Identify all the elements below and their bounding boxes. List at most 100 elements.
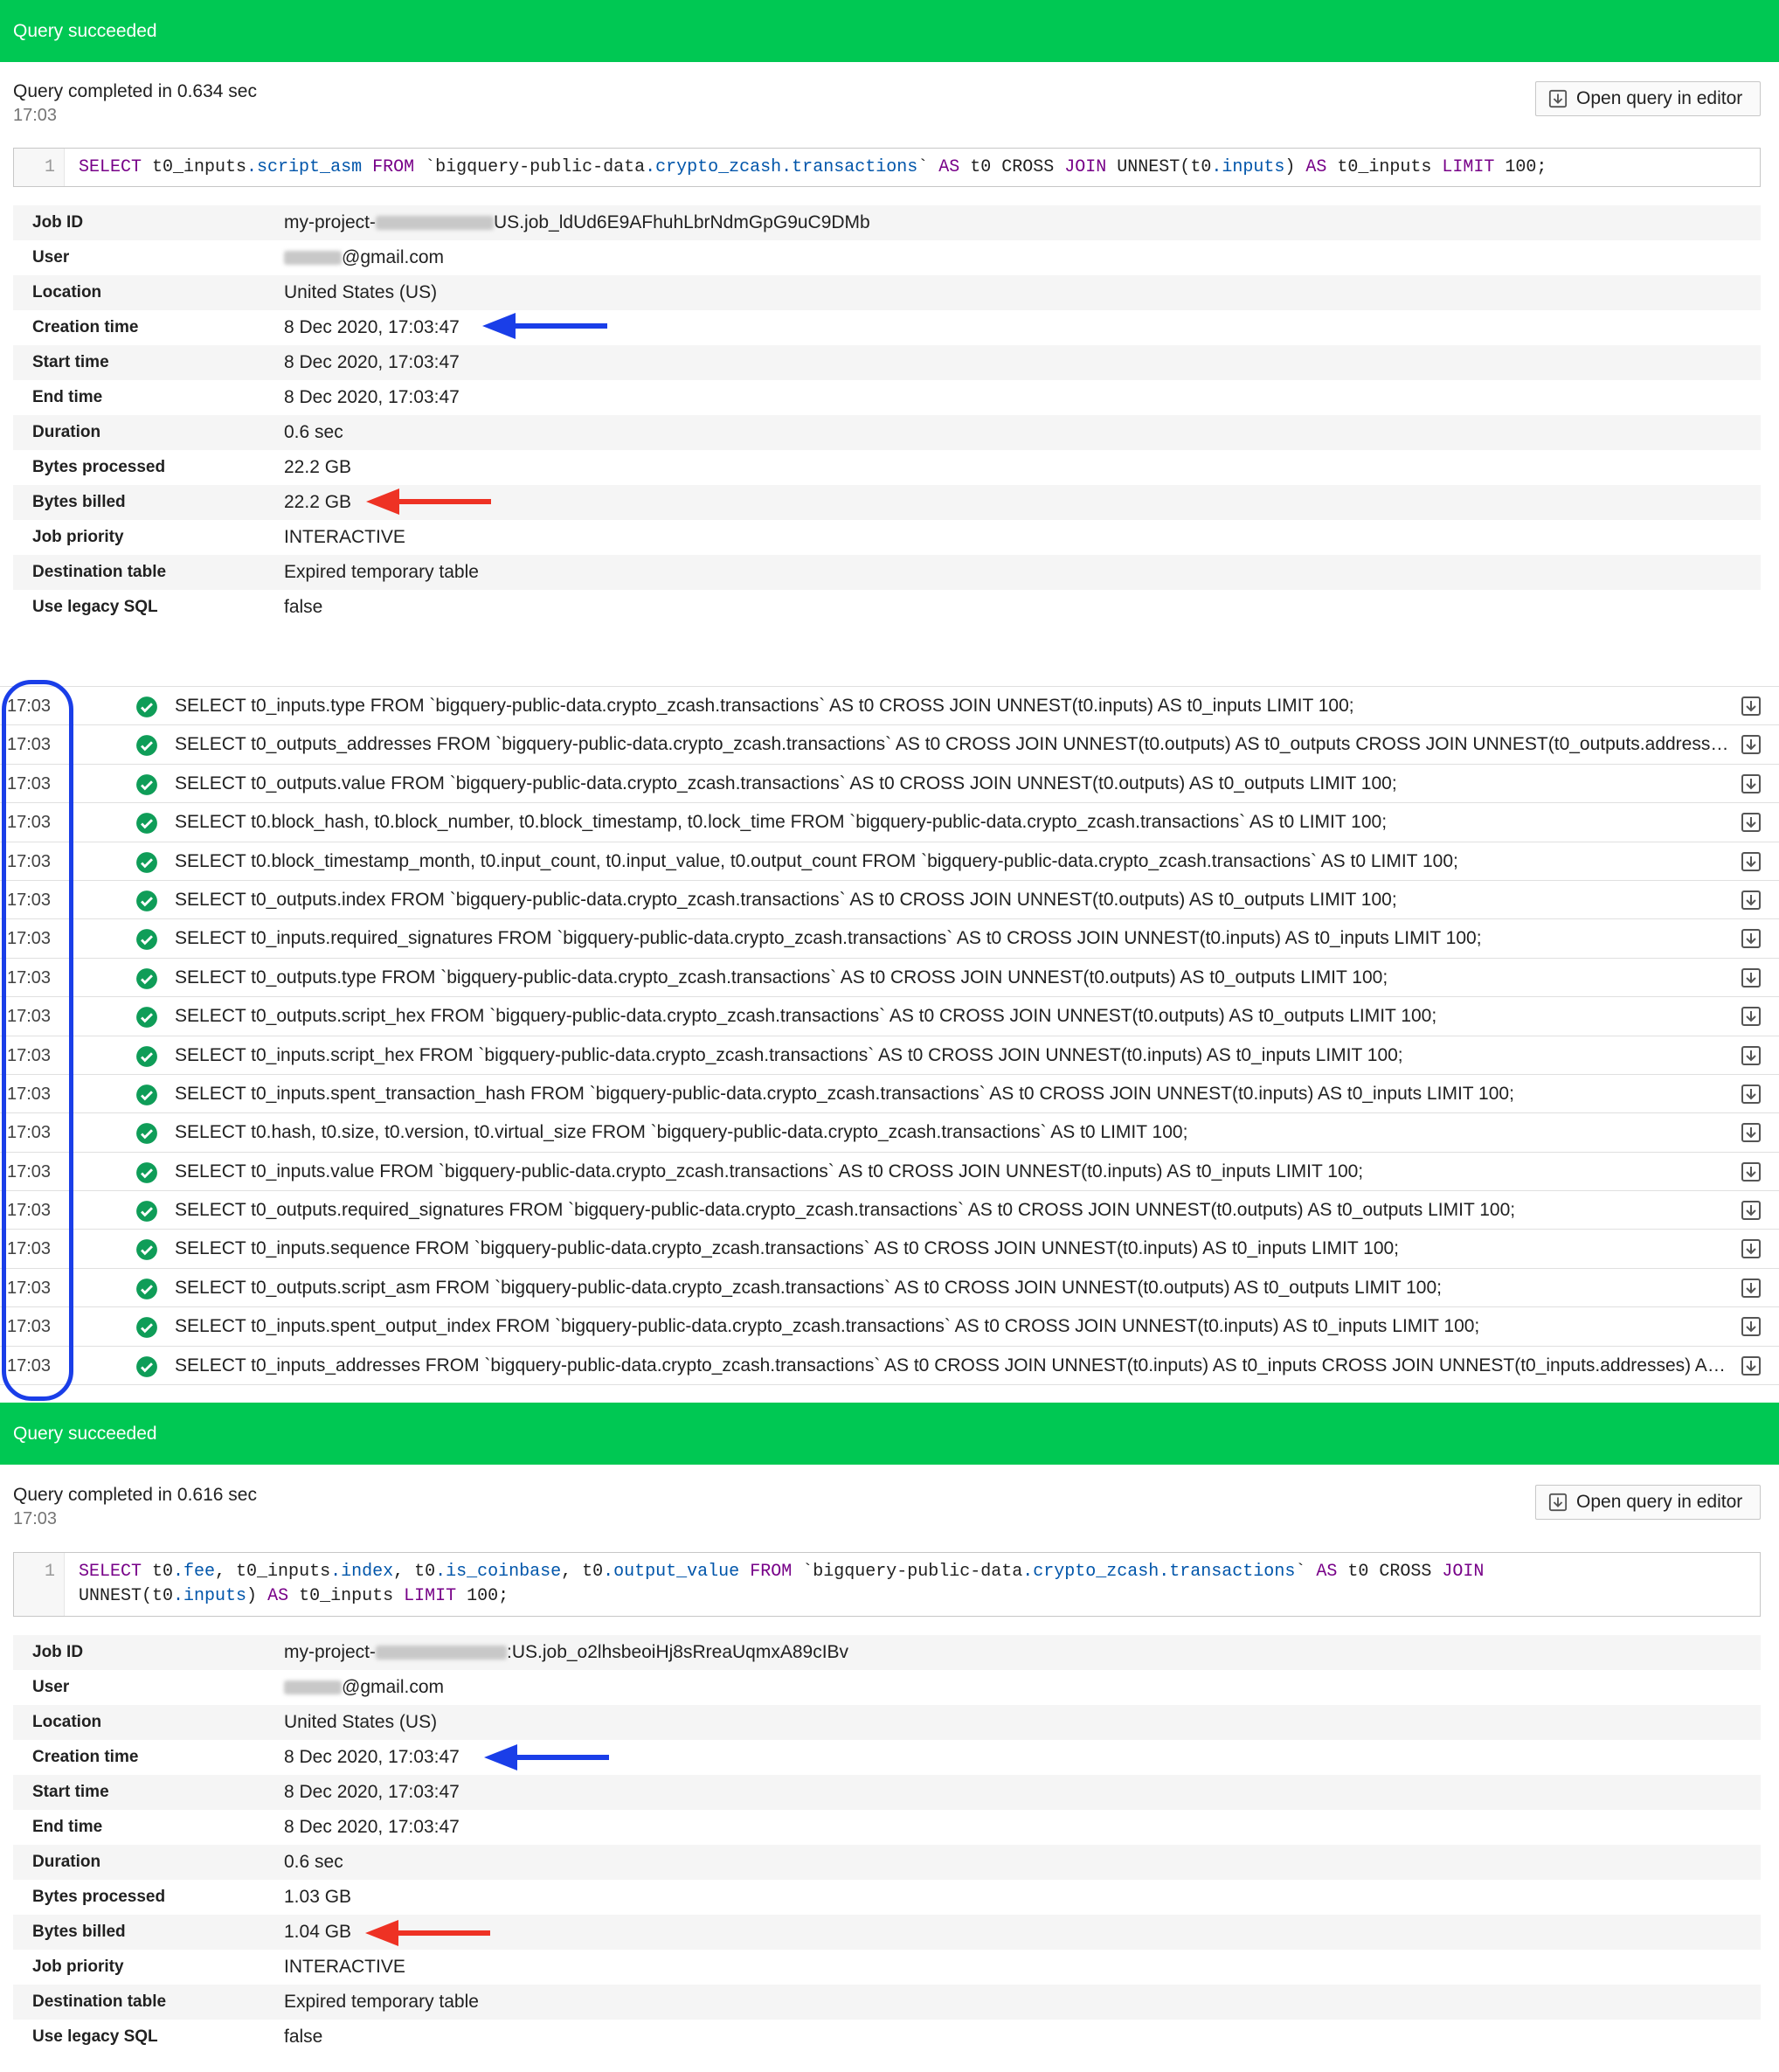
- completion-text: Query completed in 0.634 sec: [13, 81, 257, 101]
- job-info-label: Destination table: [32, 1992, 167, 2011]
- code-token: AS: [267, 1586, 289, 1606]
- job-info-value: 22.2 GB: [284, 457, 352, 477]
- success-check-icon: [136, 813, 157, 835]
- history-row[interactable]: 17:03 SELECT t0.block_timestamp_month, t0…: [0, 842, 1779, 881]
- success-check-icon: [136, 1317, 157, 1339]
- job-info-row: Destination table Expired temporary table: [13, 555, 1761, 590]
- code-token: .fee: [173, 1562, 216, 1582]
- code-token: UNNEST(t0: [1106, 157, 1212, 177]
- open-query-label: Open query in editor: [1576, 88, 1743, 108]
- code-token: t0_inputs: [142, 157, 247, 177]
- job-info-label: Start time: [32, 353, 109, 371]
- history-row[interactable]: 17:03 SELECT t0_inputs.required_signature…: [0, 919, 1779, 959]
- open-query-icon[interactable]: [1741, 1200, 1762, 1221]
- blue-circle-annotation: [2, 680, 73, 1401]
- job-info-label: Bytes processed: [32, 1888, 166, 1906]
- open-query-icon[interactable]: [1741, 1006, 1762, 1027]
- code-token: AS: [1316, 1562, 1338, 1582]
- history-row[interactable]: 17:03 SELECT t0_outputs_addresses FROM `b…: [0, 725, 1779, 765]
- history-row[interactable]: 17:03 SELECT t0_outputs.index FROM `bigqu…: [0, 881, 1779, 920]
- open-query-in-editor-button-2[interactable]: Open query in editor: [1535, 1485, 1761, 1520]
- job-info-label: Duration: [32, 1853, 101, 1871]
- open-query-icon[interactable]: [1741, 696, 1762, 717]
- open-query-icon[interactable]: [1741, 851, 1762, 872]
- open-query-icon[interactable]: [1741, 1238, 1762, 1259]
- success-check-icon: [136, 1007, 157, 1029]
- code-token: SELECT: [79, 157, 142, 177]
- history-row[interactable]: 17:03 SELECT t0_inputs.spent_output_index…: [0, 1307, 1779, 1347]
- open-query-icon[interactable]: [1741, 890, 1762, 911]
- history-row[interactable]: 17:03 SELECT t0.block_hash, t0.block_numb…: [0, 803, 1779, 842]
- query-code-editor[interactable]: 1 SELECT t0_inputs.script_asm FROM `bigq…: [13, 148, 1761, 187]
- open-query-icon[interactable]: [1741, 1316, 1762, 1337]
- code-token: t0_inputs: [1326, 157, 1443, 177]
- history-row[interactable]: 17:03 SELECT t0_outputs.value FROM `bigqu…: [0, 765, 1779, 804]
- open-query-icon[interactable]: [1741, 1084, 1762, 1105]
- code-token: .is_coinbase: [435, 1562, 562, 1582]
- open-query-icon[interactable]: [1741, 1355, 1762, 1376]
- open-query-icon[interactable]: [1741, 1161, 1762, 1182]
- history-query-text: SELECT t0_outputs_addresses FROM `bigque…: [175, 734, 1734, 755]
- open-query-icon[interactable]: [1741, 812, 1762, 833]
- completion-time-2: 17:03: [13, 1509, 58, 1528]
- download-icon: [1548, 1493, 1568, 1512]
- success-check-icon: [136, 696, 157, 717]
- job-info-label: Job ID: [32, 1643, 84, 1661]
- open-query-icon[interactable]: [1741, 1122, 1762, 1143]
- open-query-in-editor-button[interactable]: Open query in editor: [1535, 81, 1761, 116]
- success-check-icon: [136, 1161, 157, 1183]
- job-info-label: Bytes billed: [32, 493, 126, 511]
- history-row[interactable]: 17:03 SELECT t0_outputs.type FROM `bigque…: [0, 959, 1779, 998]
- code-token: .script_asm: [246, 157, 363, 177]
- job-info-table-2: Job ID my-project-:US.job_o2lhsbeoiHj8sRr…: [13, 1635, 1761, 2055]
- open-query-icon[interactable]: [1741, 1278, 1762, 1299]
- code-token: t0: [142, 1562, 174, 1582]
- job-info-value: Expired temporary table: [284, 562, 479, 582]
- history-query-text: SELECT t0_outputs.value FROM `bigquery-p…: [175, 773, 1397, 793]
- history-row[interactable]: 17:03 SELECT t0_inputs_addresses FROM `bi…: [0, 1347, 1779, 1386]
- history-query-text: SELECT t0_outputs.type FROM `bigquery-pu…: [175, 967, 1388, 987]
- job-info-value: United States (US): [284, 282, 438, 302]
- job-info-label: Creation time: [32, 318, 139, 336]
- job-info-value: @gmail.com: [284, 240, 444, 275]
- job-info-value: INTERACTIVE: [284, 527, 405, 547]
- job-info-label: Job ID: [32, 213, 84, 232]
- job-info-value: 8 Dec 2020, 17:03:47: [284, 352, 460, 372]
- history-row[interactable]: 17:03 SELECT t0_outputs.required_signatur…: [0, 1191, 1779, 1230]
- open-query-icon[interactable]: [1741, 928, 1762, 949]
- job-info-value: 8 Dec 2020, 17:03:47: [284, 1817, 460, 1837]
- job-info-value: 8 Dec 2020, 17:03:47: [284, 1782, 460, 1802]
- open-query-icon[interactable]: [1741, 967, 1762, 988]
- code-token: , t0_inputs: [215, 1562, 331, 1582]
- open-query-icon[interactable]: [1741, 734, 1762, 755]
- history-row[interactable]: 17:03 SELECT t0_outputs.script_asm FROM `…: [0, 1269, 1779, 1308]
- query-code-editor-2[interactable]: 1 SELECT t0.fee, t0_inputs.index, t0.is_…: [13, 1552, 1761, 1617]
- code-token: LIMIT: [1442, 157, 1495, 177]
- red-arrow-icon: [366, 489, 491, 515]
- job-info-value: false: [284, 2027, 323, 2047]
- job-info-row: Bytes processed 1.03 GB: [13, 1880, 1761, 1915]
- history-row[interactable]: 17:03 SELECT t0_inputs.type FROM `bigquer…: [0, 687, 1779, 726]
- job-info-row: Job ID my-project- US.job_ldUd6E9AFhuhLbrN…: [13, 205, 1761, 240]
- history-row[interactable]: 17:03 SELECT t0_inputs.script_hex FROM `b…: [0, 1036, 1779, 1075]
- code-token: JOIN: [1064, 157, 1107, 177]
- open-query-icon[interactable]: [1741, 1045, 1762, 1066]
- code-token: FROM: [372, 157, 415, 177]
- history-row[interactable]: 17:03 SELECT t0_inputs.spent_transaction_…: [0, 1075, 1779, 1114]
- history-row[interactable]: 17:03 SELECT t0.hash, t0.size, t0.version…: [0, 1113, 1779, 1153]
- code-token: ): [1284, 157, 1306, 177]
- history-row[interactable]: 17:03 SELECT t0_outputs.script_hex FROM `…: [0, 997, 1779, 1036]
- history-row[interactable]: 17:03 SELECT t0_inputs.sequence FROM `big…: [0, 1230, 1779, 1269]
- job-info-value: United States (US): [284, 1712, 438, 1732]
- blue-arrow-icon: [484, 1744, 609, 1771]
- code-token: SELECT: [79, 1562, 142, 1582]
- open-query-icon[interactable]: [1741, 773, 1762, 794]
- redacted-text: [376, 1646, 508, 1660]
- job-info-value: my-project- US.job_ldUd6E9AFhuhLbrNdmGpG9…: [284, 212, 870, 232]
- code-token: .inputs: [1211, 157, 1285, 177]
- code-token: .inputs: [173, 1586, 247, 1606]
- history-row[interactable]: 17:03 SELECT t0_inputs.value FROM `bigque…: [0, 1153, 1779, 1192]
- code-token: t0 CROSS: [1337, 1562, 1443, 1582]
- job-info-label: User: [32, 1678, 70, 1696]
